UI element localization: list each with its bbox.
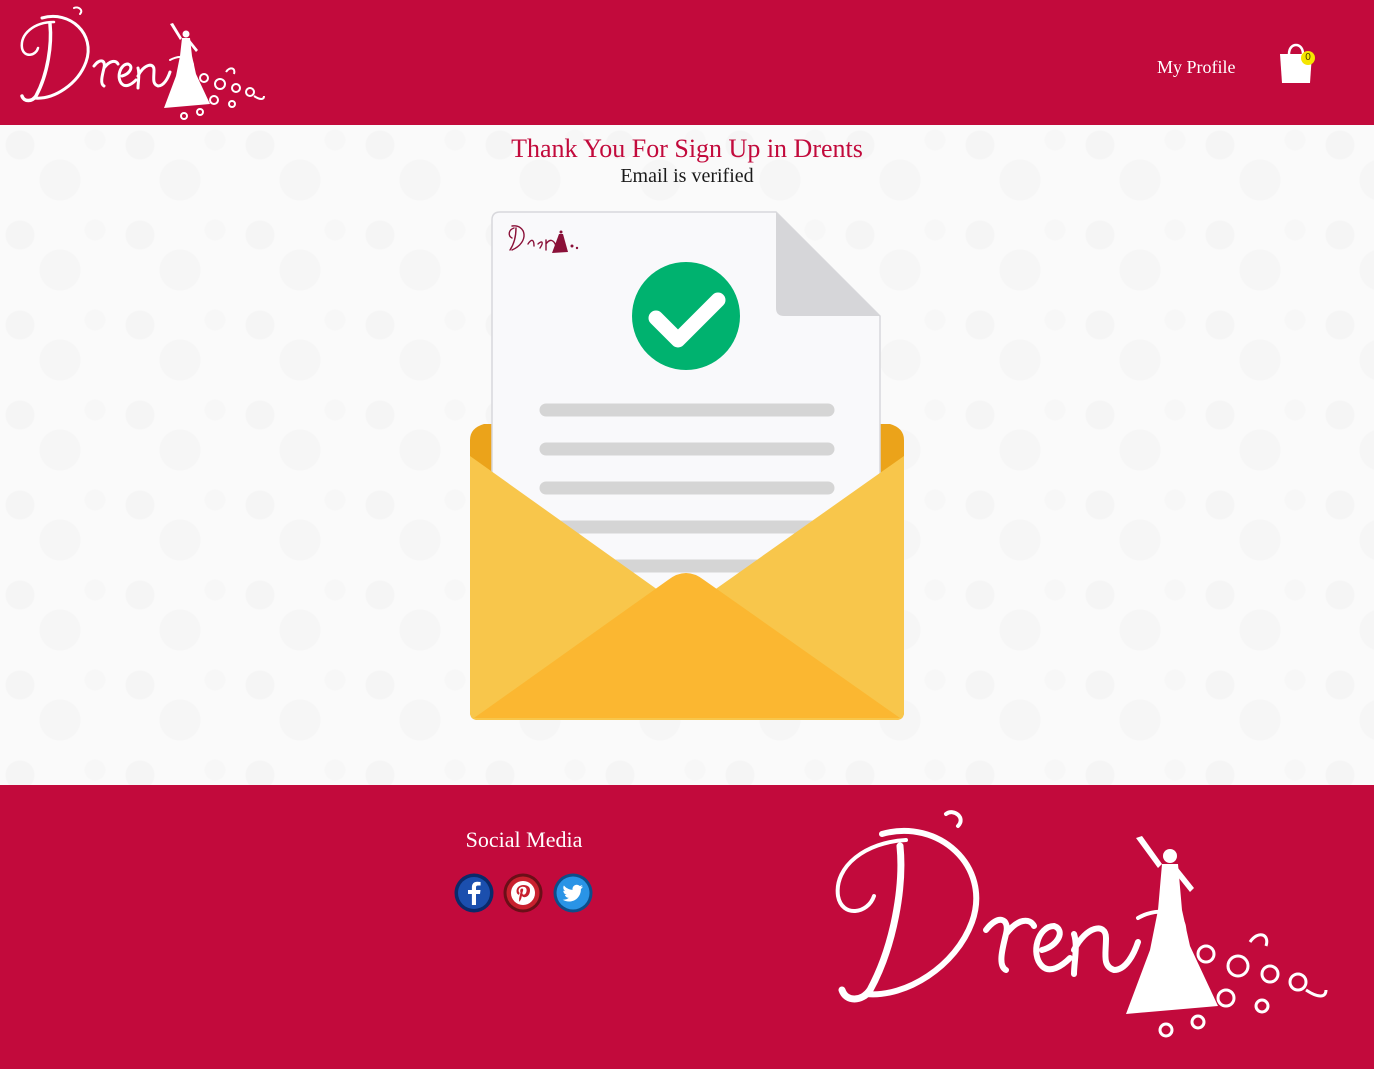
facebook-icon[interactable] [454, 873, 494, 913]
drents-logo[interactable] [14, 4, 266, 122]
page-title: Thank You For Sign Up in Drents [511, 134, 863, 163]
cart-count-badge: 0 [1301, 51, 1315, 65]
my-profile-link[interactable]: My Profile [1157, 57, 1236, 78]
checkmark-icon [632, 262, 740, 370]
twitter-icon[interactable] [553, 873, 593, 913]
pinterest-icon[interactable] [503, 873, 543, 913]
verification-message: Email is verified [620, 165, 754, 187]
social-media-heading: Social Media [465, 827, 583, 852]
email-verified-illustration [470, 211, 904, 720]
footer-drents-logo [835, 810, 1328, 1038]
